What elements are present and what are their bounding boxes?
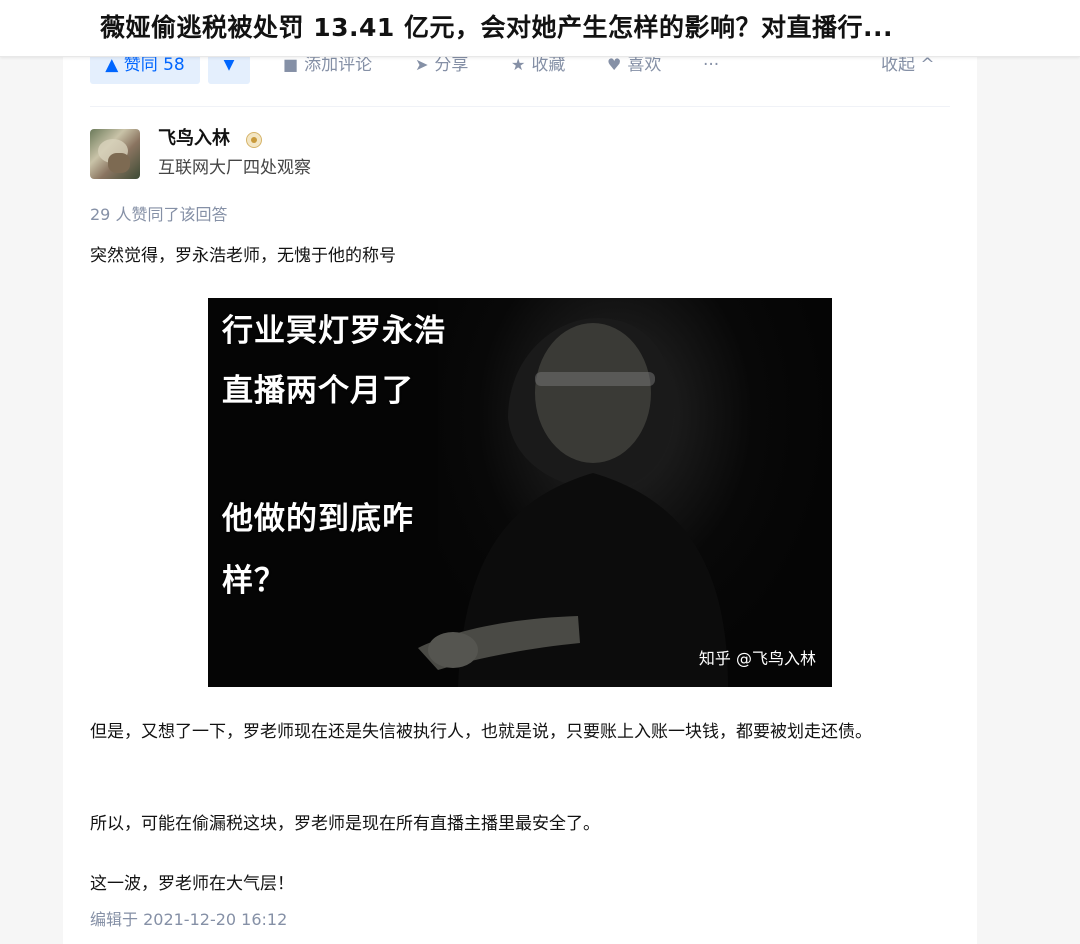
- divider: [90, 106, 950, 107]
- question-title[interactable]: 薇娅偷逃税被处罚 13.41 亿元，会对她产生怎样的影响？对直播行...: [100, 8, 893, 48]
- image-caption: 行业冥灯罗永浩: [222, 313, 446, 349]
- image-caption: 他做的到底咋: [222, 501, 414, 537]
- answer-paragraph: 突然觉得，罗永浩老师，无愧于他的称号: [90, 246, 396, 266]
- author-avatar[interactable]: [90, 129, 140, 179]
- answer-card: ▲ 赞同 58 ▼ ■ 添加评论 ➤ 分享 ★ 收藏 ♥ 喜欢 ··· 收起 ^ 飞鸟入…: [63, 40, 977, 944]
- image-caption: 样？: [222, 563, 286, 599]
- edited-timestamp[interactable]: 编辑于 2021-12-20 16:12: [90, 906, 287, 934]
- answer-image[interactable]: 行业冥灯罗永浩 直播两个月了 他做的到底咋 样？ 知乎 @飞鸟入林: [208, 298, 832, 687]
- question-header: 薇娅偷逃税被处罚 13.41 亿元，会对她产生怎样的影响？对直播行...: [0, 0, 1080, 57]
- like-label: 喜欢: [627, 55, 662, 75]
- answer-paragraph: 但是，又想了一下，罗老师现在还是失信被执行人，也就是说，只要账上入账一块钱，都要…: [90, 722, 872, 742]
- answer-paragraph: 所以，可能在偷漏税这块，罗老师是现在所有直播主播里最安全了。: [90, 814, 600, 834]
- badge-icon: [246, 132, 262, 148]
- author-headline: 互联网大厂四处观察: [158, 158, 311, 178]
- vote-count-text: 29 人赞同了该回答: [90, 205, 228, 224]
- image-watermark: 知乎 @飞鸟入林: [698, 649, 816, 668]
- comment-label: 添加评论: [304, 55, 373, 75]
- person-figure: [418, 318, 728, 687]
- share-label: 分享: [434, 55, 469, 75]
- answer-paragraph: 这一波，罗老师在大气层！: [90, 874, 294, 894]
- favorite-label: 收藏: [531, 55, 566, 75]
- author-name[interactable]: 飞鸟入林: [158, 125, 230, 153]
- image-caption: 直播两个月了: [222, 373, 414, 409]
